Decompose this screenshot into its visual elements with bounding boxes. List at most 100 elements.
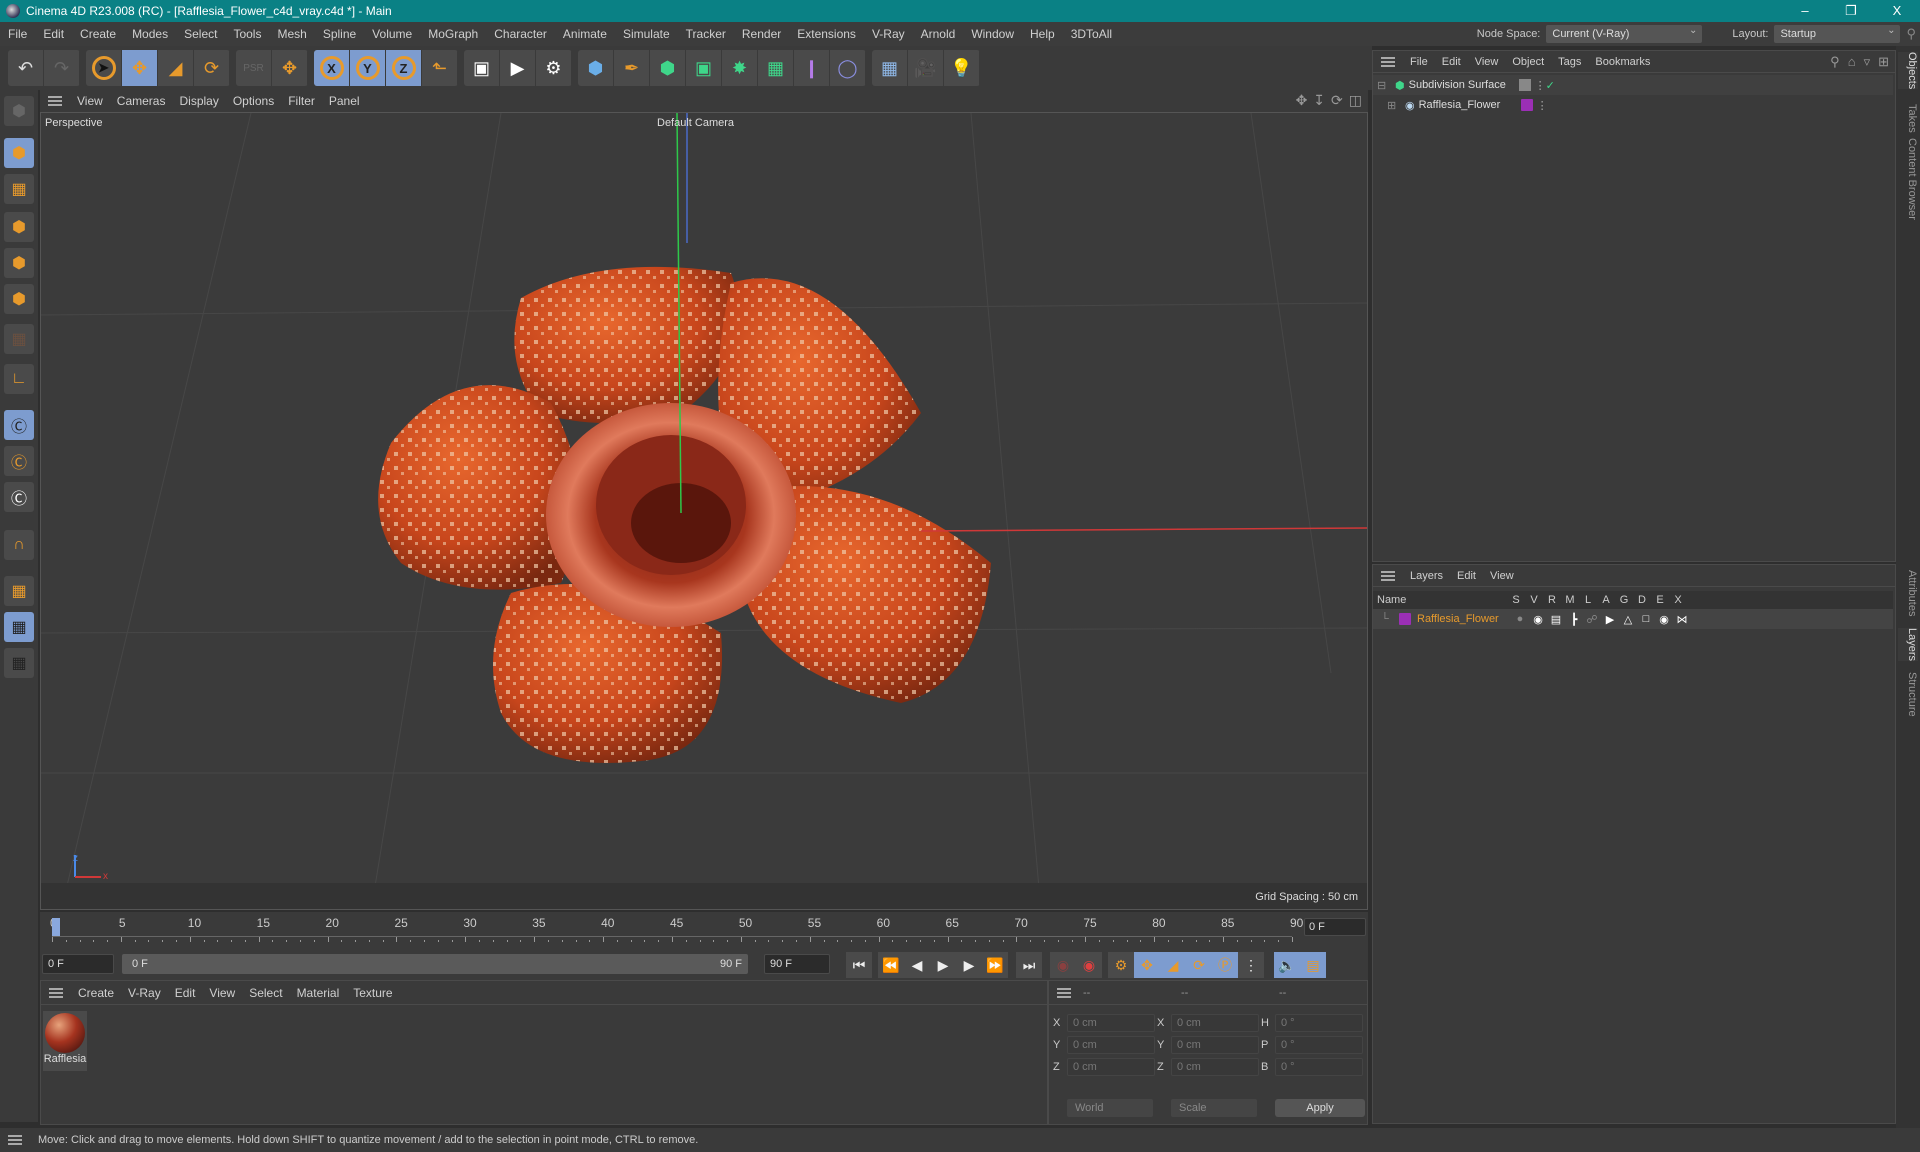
node-space-select[interactable]: Current (V-Ray) — [1546, 22, 1703, 43]
column-xrefs[interactable]: X — [1669, 594, 1687, 606]
size-y-field[interactable]: 0 cm — [1171, 1036, 1259, 1054]
search-icon[interactable]: ⚲ — [1830, 54, 1840, 70]
render-settings-icon[interactable]: ⚙ — [536, 50, 572, 86]
orbit-icon[interactable]: ⟳ — [1331, 92, 1343, 109]
tab-objects[interactable]: Objects — [1898, 52, 1918, 90]
render-picture-viewer-icon[interactable]: ▶ — [500, 50, 536, 86]
render-view-icon[interactable]: ▣ — [464, 50, 500, 86]
apply-button[interactable]: Apply — [1275, 1099, 1365, 1117]
maximize-view-icon[interactable]: ◫ — [1349, 92, 1362, 109]
key-parameter-button[interactable]: Ⓟ — [1212, 952, 1238, 978]
menu-mograph[interactable]: MoGraph — [420, 27, 486, 41]
menu-vray[interactable]: V-Ray — [864, 27, 913, 41]
object-menu-object[interactable]: Object — [1505, 56, 1551, 68]
symmetry-icon[interactable]: ❙ — [794, 50, 830, 86]
menu-extensions[interactable]: Extensions — [789, 27, 864, 41]
key-rotation-button[interactable]: ⟳ — [1186, 952, 1212, 978]
object-row-rafflesia-flower[interactable]: ⊞ ◉ Rafflesia_Flower ⋮ — [1373, 95, 1893, 115]
close-button[interactable]: X — [1874, 0, 1920, 22]
extrude-icon[interactable]: ▣ — [686, 50, 722, 86]
object-menu-file[interactable]: File — [1403, 56, 1435, 68]
deformer-icon[interactable]: ◯ — [830, 50, 866, 86]
material-menu-edit[interactable]: Edit — [168, 986, 203, 1000]
lock-workplane-icon[interactable]: ▦ — [4, 612, 34, 642]
subdivision-icon[interactable]: ⬢ — [650, 50, 686, 86]
tab-layers[interactable]: Layers — [1898, 628, 1918, 662]
manager-icon[interactable]: ┣ — [1565, 613, 1583, 626]
viewport-camera-label[interactable]: Default Camera — [657, 117, 734, 129]
coordinate-space-select[interactable]: World — [1067, 1099, 1153, 1117]
render-icon[interactable]: ▤ — [1547, 613, 1565, 626]
go-to-end-button[interactable]: ⏭ — [1016, 952, 1042, 978]
camera-icon[interactable]: 🎥 — [908, 50, 944, 86]
menu-spline[interactable]: Spline — [315, 27, 364, 41]
viewport-menu-options[interactable]: Options — [226, 94, 281, 108]
menu-animate[interactable]: Animate — [555, 27, 615, 41]
size-z-field[interactable]: 0 cm — [1171, 1058, 1259, 1076]
expand-icon[interactable]: ⊞ — [1387, 99, 1405, 112]
object-menu-tags[interactable]: Tags — [1551, 56, 1588, 68]
restore-button[interactable]: ❐ — [1828, 0, 1874, 22]
rotation-h-field[interactable]: 0 ° — [1275, 1014, 1363, 1032]
lock-icon[interactable]: ☍ — [1583, 613, 1601, 626]
menu-edit[interactable]: Edit — [35, 27, 72, 41]
polygon-mode-icon[interactable]: ⬢ — [4, 284, 34, 314]
menu-render[interactable]: Render — [734, 27, 789, 41]
column-generators[interactable]: G — [1615, 594, 1633, 606]
y-axis-icon[interactable]: Y — [350, 50, 386, 86]
light-icon[interactable]: 💡 — [944, 50, 980, 86]
psr-icon[interactable]: PSR — [236, 50, 272, 86]
keyframe-selection-button[interactable]: ⚙ — [1108, 952, 1134, 978]
play-button[interactable]: ▶ — [930, 952, 956, 978]
column-solo[interactable]: S — [1507, 594, 1525, 606]
menu-modes[interactable]: Modes — [124, 27, 176, 41]
tab-structure[interactable]: Structure — [1898, 672, 1918, 717]
editor-visibility-icon[interactable] — [1518, 79, 1531, 91]
layer-row[interactable]: └ Rafflesia_Flower ● ◉ ▤ ┣ ☍ ▶ △ □ ◉ ⋈ — [1373, 609, 1893, 629]
solo-icon[interactable]: ● — [1511, 613, 1529, 625]
menu-volume[interactable]: Volume — [364, 27, 420, 41]
menu-tools[interactable]: Tools — [225, 27, 269, 41]
axis-mode-icon[interactable]: ∟ — [4, 364, 34, 394]
column-view[interactable]: V — [1525, 594, 1543, 606]
rotation-p-field[interactable]: 0 ° — [1275, 1036, 1363, 1054]
uv-mode-icon[interactable]: ▦ — [4, 324, 34, 354]
tab-takes[interactable]: Takes — [1898, 104, 1918, 133]
x-axis-icon[interactable]: X — [314, 50, 350, 86]
edge-mode-icon[interactable]: ⬢ — [4, 248, 34, 278]
deformers-icon[interactable]: □ — [1637, 613, 1655, 625]
next-frame-button[interactable]: ▶ — [956, 952, 982, 978]
hamburger-menu-icon[interactable] — [49, 987, 63, 998]
coordinate-mode-select[interactable]: Scale — [1171, 1099, 1257, 1117]
layer-name[interactable]: Rafflesia_Flower — [1417, 613, 1511, 625]
menu-simulate[interactable]: Simulate — [615, 27, 678, 41]
material-menu-texture[interactable]: Texture — [346, 986, 399, 1000]
undo-icon[interactable]: ↶ — [8, 50, 44, 86]
column-render[interactable]: R — [1543, 594, 1561, 606]
floor-icon[interactable]: ▦ — [872, 50, 908, 86]
rotation-b-field[interactable]: 0 ° — [1275, 1058, 1363, 1076]
cloner-icon[interactable]: ✸ — [722, 50, 758, 86]
minimize-button[interactable]: – — [1782, 0, 1828, 22]
dolly-icon[interactable]: ↧ — [1313, 92, 1325, 109]
menu-create[interactable]: Create — [72, 27, 124, 41]
mograph-icon[interactable]: ▦ — [758, 50, 794, 86]
go-to-start-button[interactable]: ⏮ — [846, 952, 872, 978]
material-menu-vray[interactable]: V-Ray — [121, 986, 168, 1000]
previous-key-button[interactable]: ⏪ — [878, 952, 904, 978]
menu-select[interactable]: Select — [176, 27, 225, 41]
column-manager[interactable]: M — [1561, 594, 1579, 606]
pen-icon[interactable]: ✒ — [614, 50, 650, 86]
menu-character[interactable]: Character — [486, 27, 555, 41]
timeline-ruler[interactable]: 051015202530354045505560657075808590 — [50, 912, 1303, 950]
magnet-icon[interactable]: ∩ — [4, 530, 34, 560]
material-menu-material[interactable]: Material — [290, 986, 347, 1000]
make-editable-icon[interactable]: ⬢ — [4, 96, 34, 126]
layout-select[interactable]: Startup — [1774, 22, 1901, 43]
model-mode-icon[interactable]: ⬢ — [4, 138, 34, 168]
move-icon[interactable]: ✥ — [122, 50, 158, 86]
column-expressions[interactable]: E — [1651, 594, 1669, 606]
object-menu-view[interactable]: View — [1468, 56, 1506, 68]
snap-icon[interactable]: Ⓒ — [4, 410, 34, 440]
material-menu-select[interactable]: Select — [242, 986, 289, 1000]
